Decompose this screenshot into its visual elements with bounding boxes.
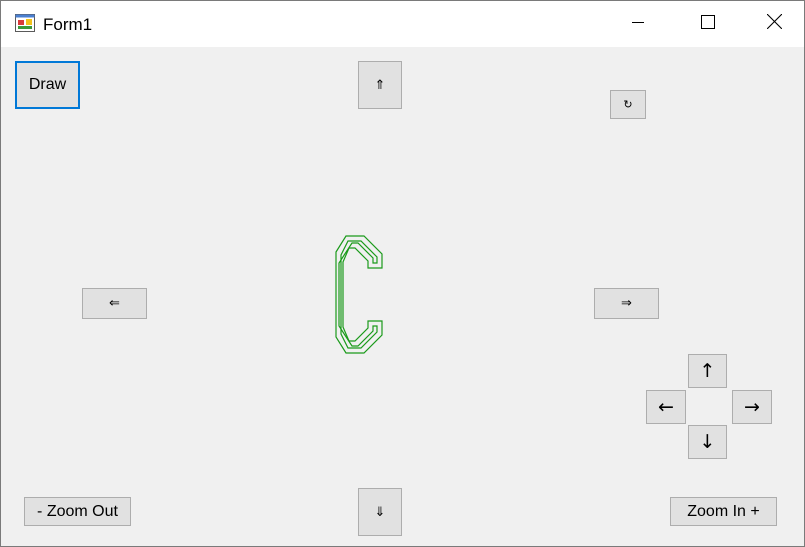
- title-bar[interactable]: Form1: [1, 1, 804, 47]
- close-icon: [766, 13, 782, 34]
- minimize-icon: [632, 15, 644, 33]
- move-right-button[interactable]: →: [732, 390, 772, 424]
- main-window: Form1 Draw ⇑ ↻ ⇐ ⇒ ⇓ ↑ ← → ↓ - Zoom Out …: [0, 0, 805, 547]
- pan-down-button[interactable]: ⇓: [358, 488, 402, 536]
- pan-right-button[interactable]: ⇒: [594, 288, 659, 319]
- form-client-area: Draw ⇑ ↻ ⇐ ⇒ ⇓ ↑ ← → ↓ - Zoom Out Zoom I…: [1, 47, 804, 546]
- pan-up-button[interactable]: ⇑: [358, 61, 402, 109]
- rotate-button[interactable]: ↻: [610, 90, 646, 119]
- pan-left-button[interactable]: ⇐: [82, 288, 147, 319]
- maximize-button[interactable]: [673, 1, 743, 47]
- zoom-in-button[interactable]: Zoom In +: [670, 497, 777, 526]
- maximize-icon: [701, 14, 715, 34]
- zoom-out-button[interactable]: - Zoom Out: [24, 497, 131, 526]
- form-app-icon: [15, 14, 35, 32]
- window-title: Form1: [43, 15, 93, 34]
- draw-button[interactable]: Draw: [15, 61, 80, 109]
- close-button[interactable]: [743, 1, 805, 47]
- move-down-button[interactable]: ↓: [688, 425, 727, 459]
- move-left-button[interactable]: ←: [646, 390, 686, 424]
- minimize-button[interactable]: [603, 1, 673, 47]
- drawn-c-shape: [335, 235, 383, 354]
- move-up-button[interactable]: ↑: [688, 354, 727, 388]
